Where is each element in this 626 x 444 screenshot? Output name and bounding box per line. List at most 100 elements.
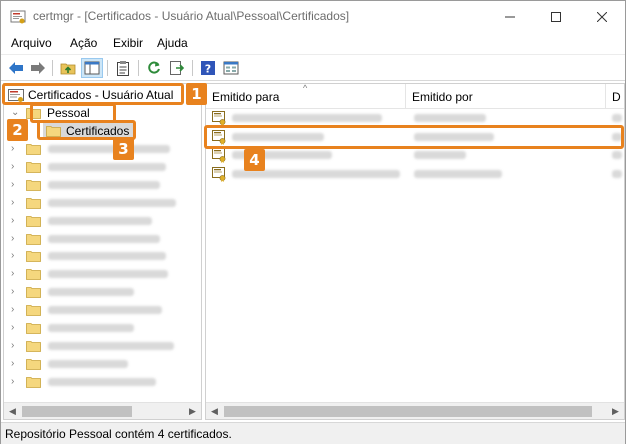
folder-icon (26, 269, 41, 281)
certificate-icon (212, 148, 226, 164)
redacted-label (48, 288, 134, 297)
chevron-right-icon[interactable]: › (11, 197, 21, 209)
up-one-level-button[interactable] (57, 58, 79, 78)
column-header-label: D (612, 90, 621, 104)
title-bar: certmgr - [Certificados - Usuário Atual\… (1, 1, 625, 32)
folder-icon (26, 340, 41, 352)
redacted-issued-to (232, 114, 382, 122)
menu-exibir[interactable]: Exibir (113, 36, 143, 50)
tree-item-collapsed[interactable]: › (4, 355, 201, 373)
tree-item-collapsed[interactable]: › (4, 194, 201, 212)
certificate-icon (212, 111, 226, 126)
folder-icon (26, 305, 41, 316)
certificate-row[interactable] (206, 146, 624, 165)
redacted-label (48, 377, 156, 386)
menu-bar: Arquivo Ação Exibir Ajuda (1, 32, 625, 54)
toolbar-separator (52, 60, 53, 76)
maximize-icon (551, 11, 561, 22)
scroll-left-arrow-icon[interactable]: ◀ (4, 403, 21, 419)
close-button[interactable] (579, 1, 625, 32)
tree-horizontal-scrollbar[interactable]: ◀ ▶ (4, 402, 201, 419)
tree-item-collapsed[interactable]: › (4, 265, 201, 283)
tree-item-collapsed[interactable]: › (4, 140, 201, 158)
redacted-label (48, 180, 160, 189)
redacted-label (48, 341, 174, 350)
tree-item-collapsed[interactable]: › (4, 230, 201, 248)
scrollbar-thumb[interactable] (22, 406, 132, 417)
certificate-icon (212, 166, 226, 182)
tree-item-collapsed[interactable]: › (4, 283, 201, 301)
properties-view-button[interactable] (220, 58, 242, 78)
scroll-right-arrow-icon[interactable]: ▶ (184, 403, 201, 419)
show-hide-console-tree-button[interactable] (81, 58, 103, 78)
tree-item-collapsed[interactable]: › (4, 158, 201, 176)
chevron-right-icon[interactable]: › (11, 358, 21, 370)
menu-acao[interactable]: Ação (70, 36, 97, 50)
chevron-right-icon[interactable]: › (11, 215, 21, 227)
minimize-icon (505, 16, 515, 17)
menu-ajuda[interactable]: Ajuda (157, 36, 188, 50)
callout-badge-1: 1 (186, 83, 207, 105)
chevron-right-icon[interactable]: › (11, 179, 21, 191)
export-list-button[interactable] (166, 58, 188, 78)
folder-icon (26, 358, 41, 370)
back-button[interactable] (5, 58, 27, 78)
up-folder-icon (60, 63, 76, 75)
help-button[interactable]: ? (197, 58, 219, 78)
column-header-data[interactable]: D (606, 84, 624, 109)
callout-badge-2: 2 (7, 119, 28, 141)
list-horizontal-scrollbar[interactable]: ◀ ▶ (206, 402, 624, 419)
tree-item-collapsed[interactable]: › (4, 247, 201, 265)
folder-icon (26, 197, 41, 209)
chevron-right-icon[interactable]: › (11, 304, 21, 316)
redacted-label (48, 162, 166, 171)
scrollbar-thumb[interactable] (224, 406, 592, 417)
scroll-right-arrow-icon[interactable]: ▶ (607, 403, 624, 419)
chevron-right-icon[interactable]: › (11, 268, 21, 280)
back-arrow-icon (9, 62, 23, 74)
menu-arquivo[interactable]: Arquivo (11, 36, 52, 50)
folder-icon (26, 287, 41, 299)
folder-icon (26, 161, 41, 173)
folder-icon (26, 233, 41, 245)
redacted-label (48, 145, 170, 153)
redacted-label (48, 359, 128, 368)
redacted-label (48, 198, 176, 207)
callout-highlight-certificate-row (204, 125, 624, 149)
folder-icon (26, 144, 41, 155)
chevron-right-icon[interactable]: › (11, 340, 21, 352)
window-title: certmgr - [Certificados - Usuário Atual\… (33, 9, 350, 23)
clipboard-button[interactable] (112, 58, 134, 78)
chevron-right-icon[interactable]: › (11, 161, 21, 173)
maximize-button[interactable] (533, 1, 579, 32)
help-icon: ? (201, 61, 215, 76)
folder-icon (26, 376, 41, 388)
folder-icon (26, 251, 41, 263)
chevron-down-icon[interactable]: ⌄ (11, 107, 21, 119)
tree-item-collapsed[interactable]: › (4, 319, 201, 337)
forward-button[interactable] (27, 58, 49, 78)
chevron-right-icon[interactable]: › (11, 286, 21, 298)
tree-item-collapsed[interactable]: › (4, 337, 201, 355)
chevron-right-icon[interactable]: › (11, 143, 21, 155)
refresh-button[interactable] (143, 58, 165, 78)
chevron-right-icon[interactable]: › (11, 250, 21, 262)
column-header-emitido-por[interactable]: Emitido por (406, 84, 606, 109)
tree-item-collapsed[interactable]: › (4, 212, 201, 230)
column-header-emitido-para[interactable]: Emitido para ^ (206, 84, 406, 109)
chevron-right-icon[interactable]: › (11, 322, 21, 334)
redacted-label (48, 216, 152, 225)
redacted-issued-by (414, 114, 486, 122)
tree-item-collapsed[interactable]: › (4, 373, 201, 391)
export-list-icon (170, 61, 185, 75)
toolbar-separator (138, 60, 139, 76)
certificate-row[interactable] (206, 165, 624, 184)
tree-item-collapsed[interactable]: › (4, 176, 201, 194)
chevron-right-icon[interactable]: › (11, 233, 21, 245)
chevron-right-icon[interactable]: › (11, 376, 21, 388)
scroll-left-arrow-icon[interactable]: ◀ (206, 403, 223, 419)
minimize-button[interactable] (487, 1, 533, 32)
folder-icon (26, 179, 41, 191)
callout-highlight-root (2, 83, 184, 105)
tree-item-collapsed[interactable]: › (4, 301, 201, 319)
